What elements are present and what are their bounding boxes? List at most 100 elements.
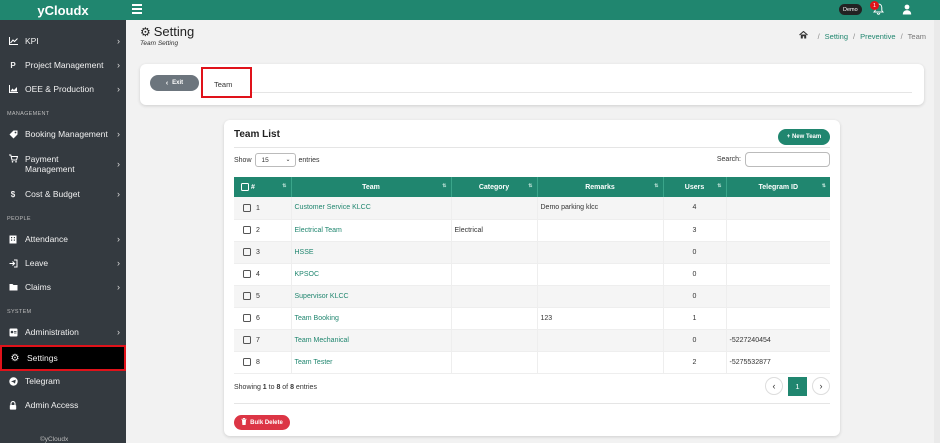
sidebar: yCloudx KPI › P Project Management › OEE… bbox=[0, 0, 126, 443]
bulk-delete-button[interactable]: Bulk Delete bbox=[234, 415, 290, 430]
cell-category bbox=[451, 197, 538, 220]
sidebar-item-project-management[interactable]: P Project Management › bbox=[0, 55, 126, 75]
table-row[interactable]: 4 KPSOC 0 bbox=[234, 263, 830, 286]
cell-number: 7 bbox=[234, 329, 292, 352]
cell-remarks bbox=[537, 329, 664, 352]
entries-label: entries bbox=[298, 156, 320, 164]
page-header: ⚙ Setting Team Setting bbox=[140, 24, 194, 47]
sidebar-item-label: Project Management bbox=[25, 60, 104, 70]
table-row[interactable]: 5 Supervisor KLCC 0 bbox=[234, 285, 830, 308]
column-header-telegram-id[interactable]: Telegram ID ⇅ bbox=[726, 177, 830, 197]
breadcrumb-separator: / bbox=[853, 31, 856, 41]
breadcrumb-preventive[interactable]: Preventive bbox=[860, 32, 895, 41]
row-checkbox[interactable] bbox=[243, 248, 251, 256]
sort-icon: ⇅ bbox=[654, 183, 659, 189]
section-system: SYSTEM bbox=[7, 309, 32, 315]
table-row[interactable]: 1 Customer Service KLCC Demo parking klcc 4 bbox=[234, 197, 830, 220]
column-header-users[interactable]: Users ⇅ bbox=[663, 177, 727, 197]
cell-telegram-id bbox=[726, 263, 830, 286]
topbar: Demo 1 bbox=[126, 0, 940, 20]
column-header-remarks[interactable]: Remarks ⇅ bbox=[537, 177, 664, 197]
sidebar-item-kpi[interactable]: KPI › bbox=[0, 31, 126, 51]
cell-telegram-id bbox=[726, 219, 830, 242]
row-number: 4 bbox=[256, 270, 260, 278]
sidebar-item-administration[interactable]: Administration › bbox=[0, 322, 126, 342]
sidebar-item-attendance[interactable]: Attendance › bbox=[0, 229, 126, 249]
cell-users: 0 bbox=[663, 329, 727, 352]
row-checkbox[interactable] bbox=[243, 270, 251, 278]
pagination: ‹ 1 › bbox=[765, 377, 830, 396]
table-row[interactable]: 7 Team Mechanical 0 -5227240454 bbox=[234, 329, 830, 352]
select-all-checkbox[interactable] bbox=[241, 183, 249, 191]
team-link[interactable]: Electrical Team bbox=[295, 227, 342, 234]
cell-users: 0 bbox=[663, 263, 727, 286]
card-title: Team List bbox=[234, 129, 280, 140]
column-header-category[interactable]: Category ⇅ bbox=[451, 177, 538, 197]
cell-telegram-id: -5227240454 bbox=[726, 329, 830, 352]
info-text: entries bbox=[293, 384, 317, 391]
sidebar-item-telegram[interactable]: Telegram bbox=[0, 371, 126, 391]
team-link[interactable]: HSSE bbox=[295, 249, 314, 256]
column-header-team[interactable]: Team ⇅ bbox=[291, 177, 452, 197]
sidebar-item-leave[interactable]: Leave › bbox=[0, 253, 126, 273]
cell-telegram-id bbox=[726, 285, 830, 308]
demo-badge[interactable]: Demo bbox=[839, 4, 862, 15]
sidebar-item-label: Administration bbox=[25, 327, 79, 337]
cell-category bbox=[451, 285, 538, 308]
next-page-button[interactable]: › bbox=[812, 377, 830, 395]
brand-logo[interactable]: yCloudx bbox=[0, 0, 126, 20]
row-checkbox[interactable] bbox=[243, 203, 251, 212]
folder-icon bbox=[8, 282, 18, 292]
tag-icon bbox=[8, 129, 18, 139]
previous-page-button[interactable]: ‹ bbox=[765, 377, 783, 395]
row-checkbox[interactable] bbox=[243, 358, 251, 366]
team-link[interactable]: Team Mechanical bbox=[295, 337, 349, 344]
row-checkbox[interactable] bbox=[243, 292, 251, 300]
page-scrollbar[interactable] bbox=[934, 20, 940, 443]
sidebar-item-label: Telegram bbox=[25, 376, 60, 386]
table-row[interactable]: 8 Team Tester 2 -5275532877 bbox=[234, 351, 830, 374]
sidebar-item-admin-access[interactable]: Admin Access bbox=[0, 395, 126, 415]
team-link[interactable]: Team Booking bbox=[295, 315, 339, 322]
row-number: 5 bbox=[256, 292, 260, 300]
sidebar-item-payment-management[interactable]: Payment Management › bbox=[0, 150, 126, 178]
home-icon[interactable] bbox=[798, 30, 808, 41]
page-subtitle: Team Setting bbox=[140, 40, 179, 47]
sidebar-item-settings[interactable]: ⚙ Settings bbox=[0, 345, 126, 371]
page-number-button[interactable]: 1 bbox=[788, 377, 807, 396]
sort-icon: ⇅ bbox=[442, 183, 447, 189]
breadcrumb-setting[interactable]: Setting bbox=[825, 32, 848, 41]
search-input[interactable] bbox=[745, 152, 830, 167]
section-people: PEOPLE bbox=[7, 216, 31, 222]
chevron-right-icon: › bbox=[117, 60, 120, 70]
team-link[interactable]: Team Tester bbox=[295, 359, 333, 366]
entries-select[interactable]: 15 ⌄ bbox=[254, 153, 296, 167]
team-link[interactable]: KPSOC bbox=[295, 271, 320, 278]
chevron-left-icon: ‹ bbox=[165, 79, 169, 87]
gear-icon: ⚙ bbox=[10, 352, 20, 364]
new-team-button[interactable]: + New Team bbox=[778, 129, 830, 145]
breadcrumb-separator: / bbox=[817, 31, 820, 41]
column-header-number[interactable]: # ⇅ bbox=[234, 177, 292, 197]
cell-remarks: 123 bbox=[537, 307, 664, 330]
table-row[interactable]: 3 HSSE 0 bbox=[234, 241, 830, 264]
sidebar-item-claims[interactable]: Claims › bbox=[0, 277, 126, 297]
team-link[interactable]: Customer Service KLCC bbox=[295, 204, 371, 211]
sidebar-item-oee-production[interactable]: OEE & Production › bbox=[0, 79, 126, 99]
row-number: 8 bbox=[256, 358, 260, 366]
sidebar-item-cost-budget[interactable]: $ Cost & Budget › bbox=[0, 184, 126, 204]
tab-team[interactable]: Team bbox=[214, 80, 232, 89]
row-checkbox[interactable] bbox=[243, 226, 251, 234]
team-link[interactable]: Supervisor KLCC bbox=[295, 293, 349, 300]
table-row[interactable]: 2 Electrical Team Electrical 3 bbox=[234, 219, 830, 242]
row-checkbox[interactable] bbox=[243, 336, 251, 344]
sidebar-item-label: Admin Access bbox=[25, 400, 79, 410]
exit-button[interactable]: ‹ Exit bbox=[150, 75, 199, 91]
hamburger-menu-icon[interactable] bbox=[132, 4, 142, 14]
table-row[interactable]: 6 Team Booking 123 1 bbox=[234, 307, 830, 330]
sort-icon: ⇅ bbox=[528, 183, 533, 189]
user-icon[interactable] bbox=[902, 4, 912, 15]
row-checkbox[interactable] bbox=[243, 314, 251, 322]
row-number: 3 bbox=[256, 248, 260, 256]
sidebar-item-booking-management[interactable]: Booking Management › bbox=[0, 124, 126, 144]
